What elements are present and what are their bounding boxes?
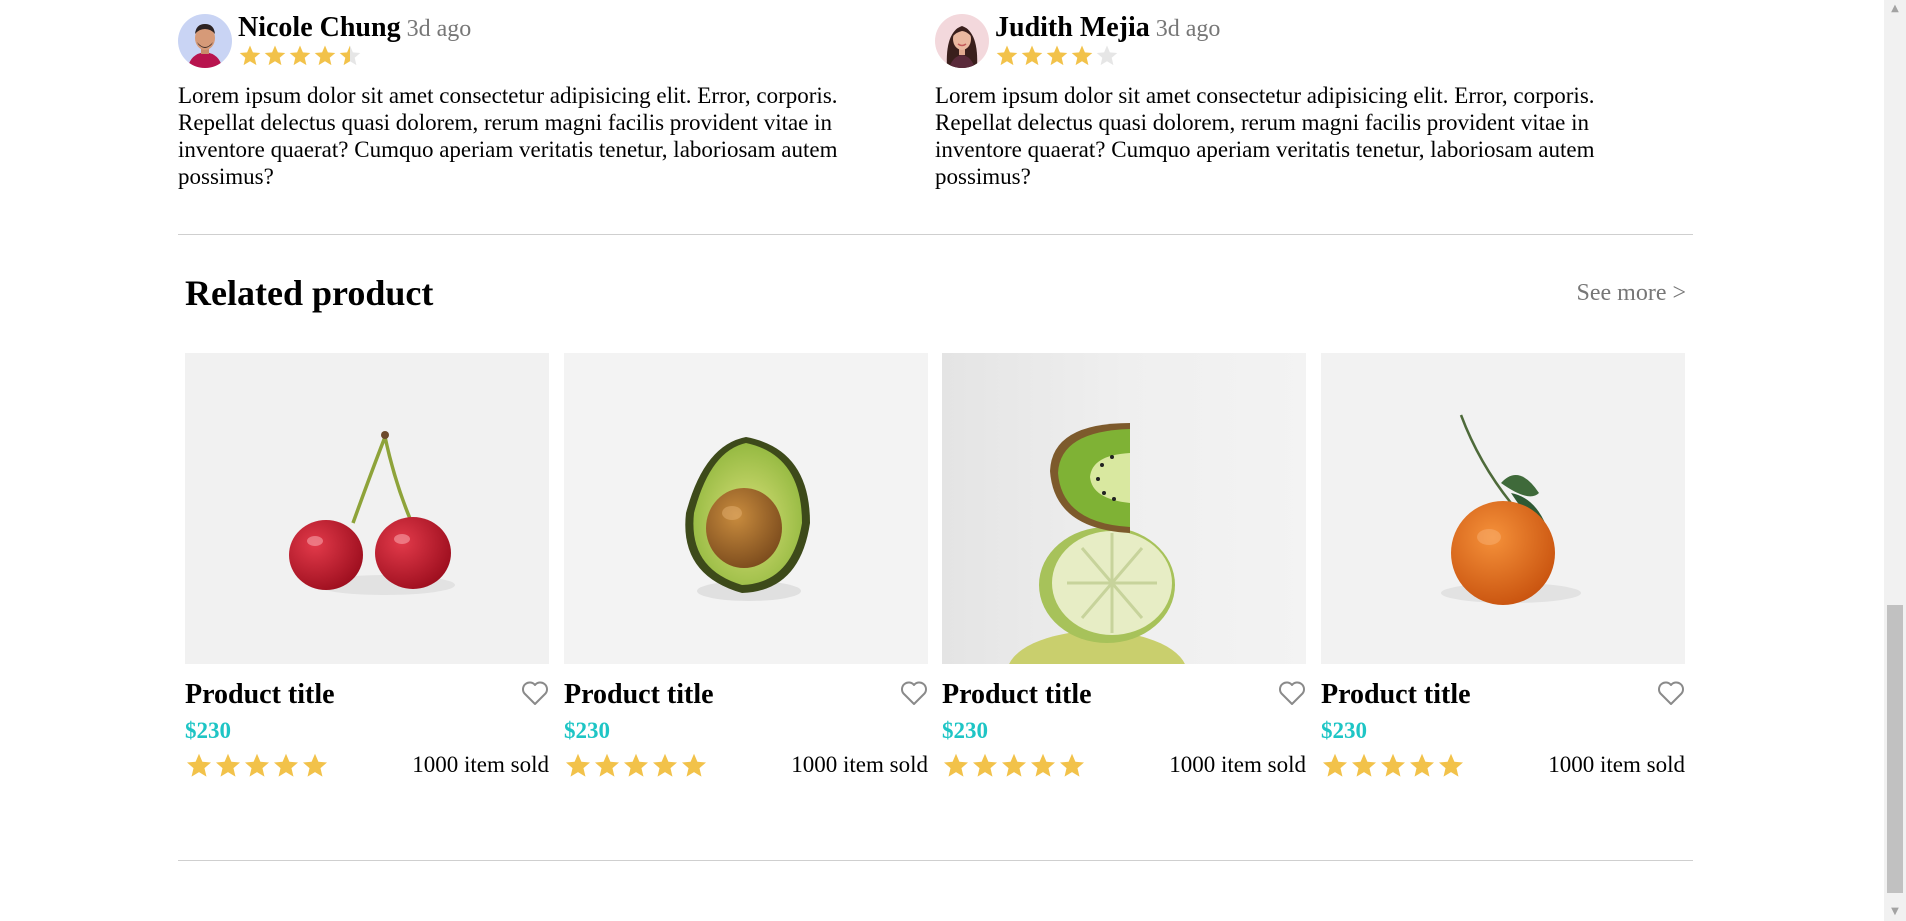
star-filled-icon bbox=[239, 45, 261, 66]
reviewer-name: Judith Mejia 3d ago bbox=[995, 12, 1220, 44]
star-filled-icon bbox=[1001, 753, 1027, 777]
reviewer-name: Nicole Chung 3d ago bbox=[238, 12, 471, 44]
review-time: 3d ago bbox=[1155, 16, 1221, 42]
product-image-avocado[interactable] bbox=[564, 353, 928, 664]
star-empty-icon bbox=[1096, 45, 1118, 66]
star-filled-icon bbox=[273, 753, 299, 777]
review-time: 3d ago bbox=[406, 16, 472, 42]
star-filled-icon bbox=[264, 45, 286, 66]
divider bbox=[178, 860, 1693, 861]
star-filled-icon bbox=[1021, 45, 1043, 66]
heart-icon[interactable] bbox=[1278, 680, 1306, 706]
section-title: Related product bbox=[185, 273, 434, 313]
product-price: $230 bbox=[1321, 718, 1367, 743]
star-filled-icon bbox=[1380, 753, 1406, 777]
see-more-link[interactable]: See more > bbox=[1577, 280, 1687, 307]
product-image-cherries[interactable] bbox=[185, 353, 549, 664]
star-filled-icon bbox=[565, 753, 591, 777]
items-sold: 1000 item sold bbox=[791, 752, 928, 777]
star-half-icon bbox=[339, 45, 361, 66]
star-filled-icon bbox=[1322, 753, 1348, 777]
review-rating bbox=[238, 44, 362, 68]
review-header: Judith Mejia 3d ago bbox=[935, 0, 1635, 70]
product-title[interactable]: Product title bbox=[564, 679, 714, 711]
scroll-up-arrow-icon[interactable]: ▲ bbox=[1884, 0, 1906, 18]
star-filled-icon bbox=[681, 753, 707, 777]
reviewer-name-text: Nicole Chung bbox=[238, 12, 401, 43]
review-header: Nicole Chung 3d ago bbox=[178, 0, 878, 70]
items-sold: 1000 item sold bbox=[1169, 752, 1306, 777]
product-rating bbox=[185, 752, 329, 780]
star-filled-icon bbox=[594, 753, 620, 777]
review-text: Lorem ipsum dolor sit amet consectetur a… bbox=[935, 83, 1595, 189]
star-filled-icon bbox=[652, 753, 678, 777]
star-filled-icon bbox=[289, 45, 311, 66]
star-filled-icon bbox=[623, 753, 649, 777]
heart-icon[interactable] bbox=[521, 680, 549, 706]
star-filled-icon bbox=[314, 45, 336, 66]
scrollbar-thumb[interactable] bbox=[1887, 605, 1903, 893]
star-filled-icon bbox=[1059, 753, 1085, 777]
scroll-down-arrow-icon[interactable]: ▼ bbox=[1884, 903, 1906, 921]
review-text: Lorem ipsum dolor sit amet consectetur a… bbox=[178, 83, 838, 189]
avatar bbox=[935, 14, 989, 68]
product-rating bbox=[1321, 752, 1465, 780]
product-price: $230 bbox=[185, 718, 231, 743]
product-title[interactable]: Product title bbox=[185, 679, 335, 711]
star-filled-icon bbox=[1071, 45, 1093, 66]
star-filled-icon bbox=[996, 45, 1018, 66]
product-rating bbox=[942, 752, 1086, 780]
star-filled-icon bbox=[215, 753, 241, 777]
product-title[interactable]: Product title bbox=[942, 679, 1092, 711]
star-filled-icon bbox=[244, 753, 270, 777]
avatar bbox=[178, 14, 232, 68]
heart-icon[interactable] bbox=[1657, 680, 1685, 706]
divider bbox=[178, 234, 1693, 235]
star-filled-icon bbox=[302, 753, 328, 777]
items-sold: 1000 item sold bbox=[412, 752, 549, 777]
star-filled-icon bbox=[1030, 753, 1056, 777]
vertical-scrollbar[interactable]: ▲ ▼ bbox=[1884, 0, 1906, 921]
product-image-tangerine[interactable] bbox=[1321, 353, 1685, 664]
product-price: $230 bbox=[564, 718, 610, 743]
star-filled-icon bbox=[1351, 753, 1377, 777]
items-sold: 1000 item sold bbox=[1548, 752, 1685, 777]
star-filled-icon bbox=[943, 753, 969, 777]
star-filled-icon bbox=[1046, 45, 1068, 66]
product-title[interactable]: Product title bbox=[1321, 679, 1471, 711]
star-filled-icon bbox=[186, 753, 212, 777]
page: Nicole Chung 3d ago Lorem ipsum dolor sit… bbox=[0, 0, 1884, 921]
star-filled-icon bbox=[972, 753, 998, 777]
product-rating bbox=[564, 752, 708, 780]
review-rating bbox=[995, 44, 1119, 68]
star-filled-icon bbox=[1409, 753, 1435, 777]
product-price: $230 bbox=[942, 718, 988, 743]
heart-icon[interactable] bbox=[900, 680, 928, 706]
star-filled-icon bbox=[1438, 753, 1464, 777]
review-card: Nicole Chung 3d ago Lorem ipsum dolor sit… bbox=[178, 0, 878, 189]
review-card: Judith Mejia 3d ago Lorem ipsum dolor sit… bbox=[935, 0, 1635, 189]
reviewer-name-text: Judith Mejia bbox=[995, 12, 1150, 43]
product-image-kiwi-lime[interactable] bbox=[942, 353, 1306, 664]
